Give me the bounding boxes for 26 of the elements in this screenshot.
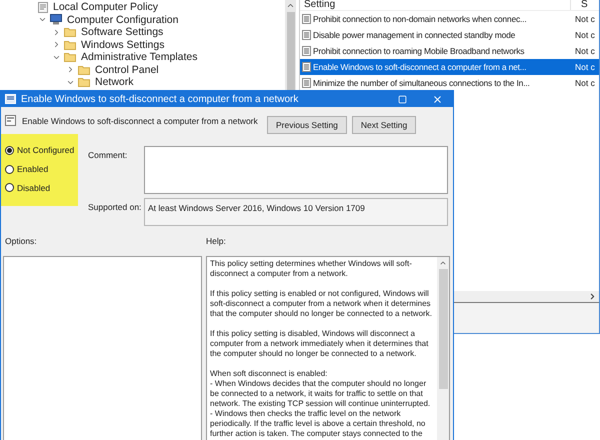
help-label: Help: [206,235,226,248]
supported-label: Supported on: [88,201,142,214]
setting-name: Minimize the number of simultaneous connections to the In... [313,76,531,90]
radio-label: Not Configured [17,144,74,157]
setting-title: Enable Windows to soft-disconnect a computer from a network [22,115,259,128]
radio-label: Disabled [17,182,50,194]
setting-name: Disable power management in connected standby mode [313,28,516,42]
help-text: This policy setting determines whether Windows will soft-disconnect a computer from a network. [210,259,413,279]
setting-name: Prohibit connection to non-domain networks when connec... [313,12,528,26]
help-text: When soft disconnect is enabled: [210,369,328,379]
supported-field: At least Windows Server 2016, Windows 10 Version 1709 [144,198,448,226]
radio-label: Enabled [17,162,48,176]
setting-name: Enable Windows to soft-disconnect a computer from a net... [313,60,528,74]
setting-state: Not c [574,12,595,26]
help-text: - When Windows decides that the computer should no longer be connected to a network, it waits for traffic to settle on that network. The existing TCP session will continue uninterrupted. [210,379,432,409]
setting-state: Not c [574,76,595,90]
comment-label: Comment: [88,149,128,162]
setting-state: Not c [574,44,595,58]
setting-state: Not c [574,60,595,74]
help-text: If this policy setting is enabled or not configured, Windows will soft-disconnect a computer from a network when it determines that the computer should no longer be connected to a network. [210,289,433,319]
help-text: If this policy setting is disabled, Windows will disconnect a computer from a network immediately when it determines that the computer should no longer be connected to a network. [210,329,430,359]
help-text: - Windows then checks the traffic level on the network periodically. If the traffic level is above a certain threshold, no further action is taken. The computer stays connected to the [210,409,426,439]
options-label: Options: [4,235,38,248]
setting-state: Not c [574,28,595,42]
setting-name: Prohibit connection to roaming Mobile Broadband networks [313,44,526,58]
window-title: Enable Windows to soft-disconnect a computer from a network [21,92,300,106]
